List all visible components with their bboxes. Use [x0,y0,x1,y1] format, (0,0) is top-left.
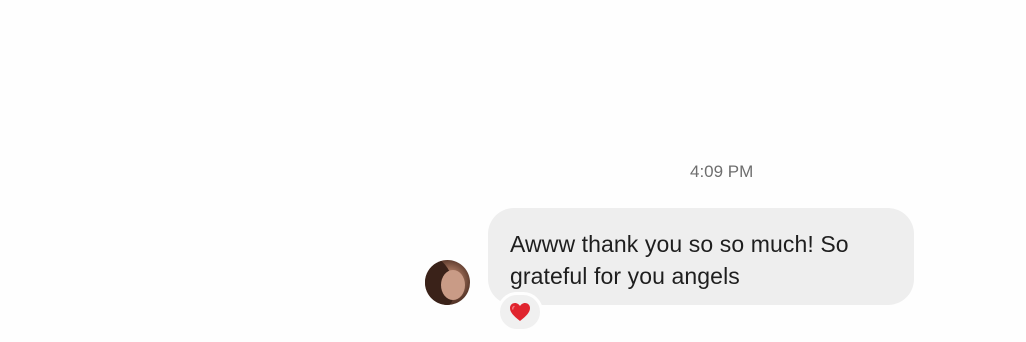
message-text: Awww thank you so so much! So grateful fo… [510,228,894,292]
sender-avatar[interactable] [425,260,470,305]
message-text-line-2: grateful for you angels [510,263,740,289]
heart-icon [509,302,531,322]
message-timestamp: 4:09 PM [690,162,754,181]
avatar-face [441,270,465,300]
chat-thread: 4:09 PM Awww thank you so so much! So gra… [0,0,1026,342]
message-reaction[interactable] [497,292,543,332]
message-bubble[interactable]: Awww thank you so so much! So grateful fo… [488,208,914,305]
message-text-line-1: Awww thank you so so much! So [510,231,849,257]
